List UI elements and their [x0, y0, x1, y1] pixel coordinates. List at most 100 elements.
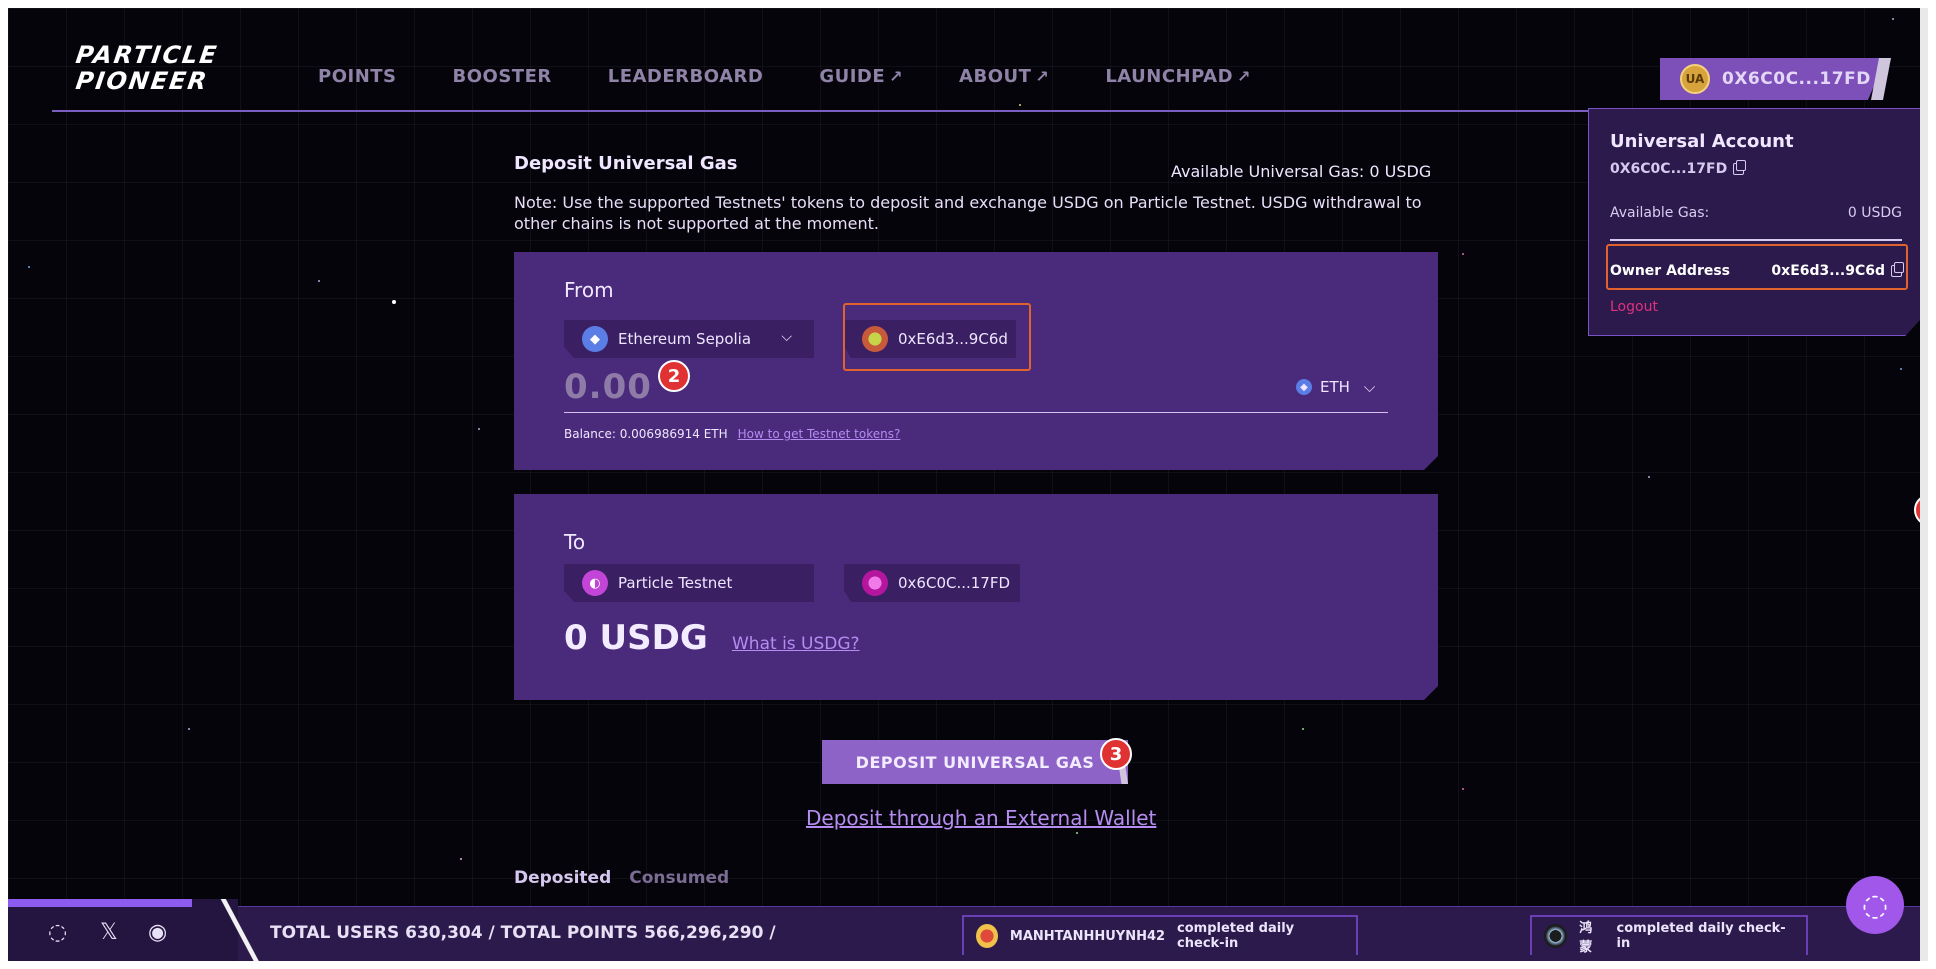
- annotation-badge-1: 1: [1914, 494, 1920, 526]
- star: [392, 300, 396, 304]
- ethereum-icon: ◆: [582, 326, 608, 352]
- history-tabs: Deposited Consumed: [514, 868, 729, 888]
- to-address: 0x6C0C...17FD: [898, 574, 1011, 592]
- footer-social-area: [8, 899, 238, 961]
- star: [28, 266, 30, 268]
- nav-label: LEADERBOARD: [607, 66, 764, 87]
- activity-user: 鸿蒙: [1579, 921, 1593, 955]
- panel-divider: [1610, 239, 1902, 241]
- nav-label: GUIDE: [819, 66, 886, 87]
- footer-bar: ◌ 𝕏 ◉ TOTAL USERS 630,304 / TOTAL POINTS…: [8, 899, 1920, 961]
- testnet-tokens-link[interactable]: How to get Testnet tokens?: [738, 427, 901, 441]
- to-card: To ◐ Particle Testnet 0x6C0C...17FD 0 US…: [514, 494, 1438, 700]
- owner-address-highlight: [1606, 244, 1908, 290]
- account-address[interactable]: 0X6C0C...17FD: [1610, 160, 1747, 177]
- tab-deposited[interactable]: Deposited: [514, 868, 611, 888]
- star: [478, 428, 480, 430]
- external-link-icon: ↗: [1237, 67, 1251, 86]
- to-label: To: [564, 530, 586, 554]
- external-wallet-link[interactable]: Deposit through an External Wallet: [806, 806, 1156, 830]
- activity-action: completed daily check-in: [1616, 921, 1786, 951]
- particle-logo-icon[interactable]: ◌: [48, 920, 67, 945]
- star: [1462, 253, 1464, 255]
- footer-divider: [220, 899, 260, 961]
- amount-input[interactable]: 0.00: [564, 367, 652, 407]
- balance-text: Balance: 0.006986914 ETH: [564, 427, 728, 441]
- star: [1892, 18, 1894, 20]
- x-twitter-icon[interactable]: 𝕏: [100, 920, 118, 945]
- account-address-text: 0X6C0C...17FD: [1610, 161, 1728, 177]
- logout-link[interactable]: Logout: [1610, 299, 1658, 315]
- nav-label: BOOSTER: [452, 66, 552, 87]
- tab-consumed[interactable]: Consumed: [629, 868, 729, 888]
- star: [1462, 788, 1464, 790]
- available-gas-row: Available Gas: 0 USDG: [1610, 205, 1902, 221]
- discord-icon[interactable]: ◉: [148, 920, 167, 945]
- what-is-usdg-link[interactable]: What is USDG?: [732, 634, 860, 654]
- app-window: PARTICLE PIONEER POINTS BOOSTER LEADERBO…: [8, 8, 1928, 961]
- user-avatar: [1544, 924, 1568, 948]
- chevron-down-icon: ⌵: [781, 329, 792, 345]
- external-link-icon: ↗: [1035, 67, 1050, 86]
- amount-underline: [564, 412, 1388, 413]
- activity-ticker-item: MANHTANHHUYNH42 completed daily check-in: [962, 915, 1358, 955]
- star: [1648, 476, 1650, 478]
- brand-logo[interactable]: PARTICLE PIONEER: [74, 41, 256, 98]
- main-nav: POINTS BOOSTER LEADERBOARD GUIDE ↗ ABOUT ↗…: [318, 66, 1307, 87]
- available-universal-gas: Available Universal Gas: 0 USDG: [1171, 162, 1432, 181]
- particle-icon: ◐: [582, 570, 608, 596]
- star: [460, 858, 462, 860]
- nav-leaderboard[interactable]: LEADERBOARD: [608, 66, 764, 87]
- token-name: ETH: [1320, 378, 1350, 396]
- available-gas-value: 0 USDG: [1847, 205, 1902, 221]
- external-link-icon: ↗: [889, 67, 904, 86]
- nav-divider: [52, 110, 1602, 112]
- nav-points[interactable]: POINTS: [318, 66, 397, 87]
- to-chain-name: Particle Testnet: [618, 574, 733, 592]
- activity-user: MANHTANHHUYNH42: [1009, 928, 1166, 944]
- balance-row: Balance: 0.006986914 ETH How to get Test…: [564, 427, 900, 441]
- to-chain-display: ◐ Particle Testnet: [564, 564, 814, 602]
- floating-particle-button[interactable]: ◌: [1846, 876, 1904, 934]
- annotation-badge-3: 3: [1100, 738, 1132, 770]
- nav-label: ABOUT: [959, 66, 1032, 87]
- from-chain-select[interactable]: ◆ Ethereum Sepolia ⌵: [564, 320, 814, 358]
- activity-ticker-item: 鸿蒙 completed daily check-in: [1530, 915, 1808, 955]
- avatar-icon: [862, 570, 888, 596]
- footer-accent: [8, 899, 192, 907]
- from-label: From: [564, 278, 614, 302]
- wallet-button[interactable]: UA 0X6C0C...17FD: [1660, 58, 1886, 100]
- nav-booster[interactable]: BOOSTER: [453, 66, 552, 87]
- panel-title: Universal Account: [1610, 131, 1794, 152]
- star: [1076, 832, 1078, 834]
- token-select[interactable]: ◆ ETH ⌵: [1296, 378, 1375, 396]
- usdg-amount: 0 USDG: [564, 618, 708, 658]
- annotation-badge-2: 2: [658, 360, 690, 392]
- star: [1302, 728, 1304, 730]
- nav-label: LAUNCHPAD: [1105, 66, 1234, 87]
- brand-line-2: PIONEER: [74, 67, 211, 95]
- eth-token-icon: ◆: [1296, 379, 1312, 395]
- deposit-universal-gas-button[interactable]: DEPOSIT UNIVERSAL GAS: [822, 740, 1128, 784]
- chevron-down-icon: ⌵: [1363, 378, 1376, 396]
- star: [318, 280, 320, 282]
- nav-guide[interactable]: GUIDE ↗: [819, 66, 903, 87]
- universal-account-icon: UA: [1680, 64, 1710, 94]
- deposit-note: Note: Use the supported Testnets' tokens…: [514, 193, 1422, 233]
- universal-account-dropdown: Universal Account 0X6C0C...17FD Availabl…: [1588, 108, 1920, 336]
- to-address-pill: 0x6C0C...17FD: [844, 564, 1020, 602]
- star: [1019, 104, 1021, 106]
- star: [188, 728, 190, 730]
- star: [1900, 368, 1902, 370]
- wallet-address: 0X6C0C...17FD: [1722, 69, 1871, 89]
- activity-action: completed daily check-in: [1177, 921, 1295, 951]
- nav-launchpad[interactable]: LAUNCHPAD ↗: [1105, 66, 1251, 87]
- global-stats: TOTAL USERS 630,304 / TOTAL POINTS 566,2…: [270, 923, 776, 943]
- copy-icon[interactable]: [1733, 160, 1747, 175]
- nav-about[interactable]: ABOUT ↗: [959, 66, 1049, 87]
- nav-label: POINTS: [318, 66, 397, 87]
- brand-line-1: PARTICLE: [74, 41, 220, 69]
- deposit-title: Deposit Universal Gas: [514, 153, 738, 174]
- from-chain-name: Ethereum Sepolia: [618, 330, 752, 348]
- from-address-highlight: [843, 303, 1031, 371]
